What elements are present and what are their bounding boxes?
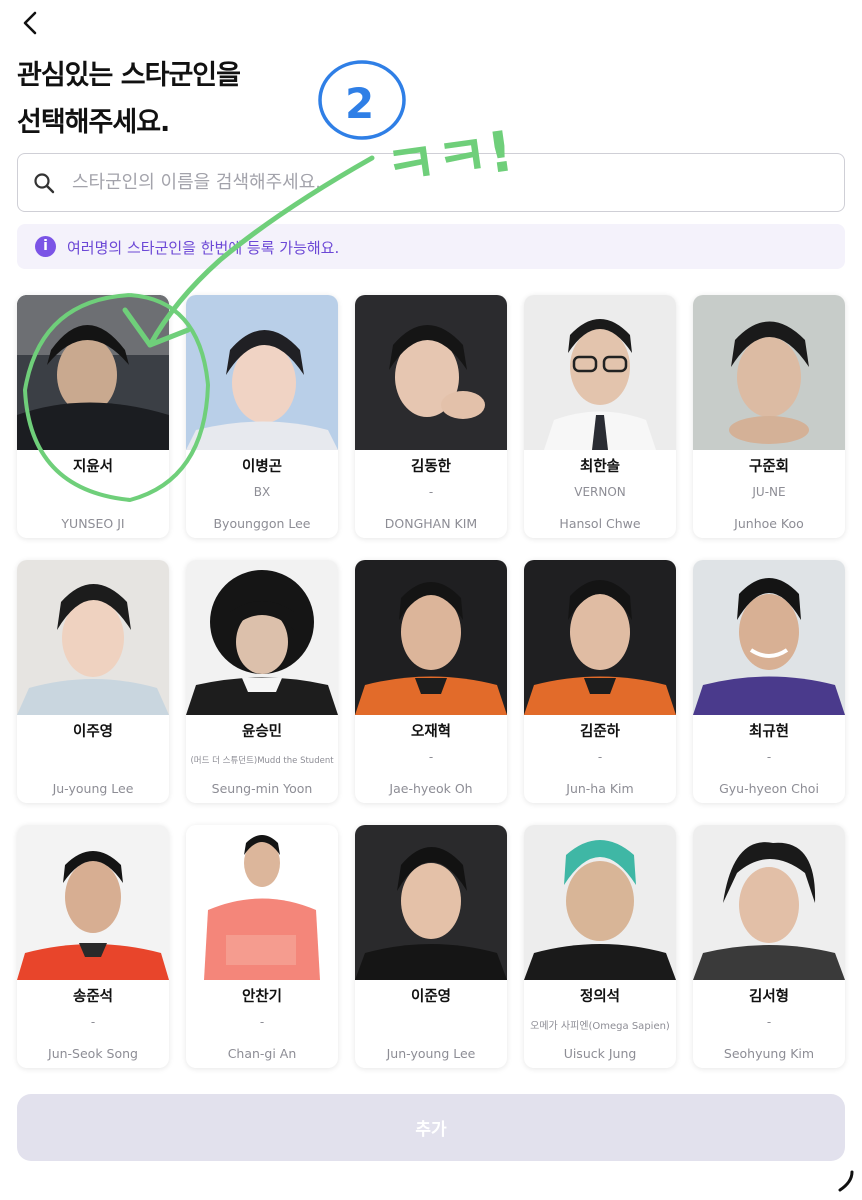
soldier-alias: BX — [253, 485, 271, 499]
soldier-english-name: Junhoe Koo — [734, 516, 804, 531]
soldier-alias: - — [428, 485, 434, 499]
soldier-alias: - — [90, 1015, 96, 1029]
soldier-card[interactable]: 최규현 - Gyu-hyeon Choi — [693, 560, 845, 803]
soldier-alias: - — [597, 750, 603, 764]
soldier-english-name: Uisuck Jung — [563, 1046, 637, 1061]
soldier-english-name: Ju-young Lee — [52, 781, 134, 796]
soldier-name: 이병곤 — [241, 459, 283, 475]
page-title: 관심있는 스타군인을 선택해주세요. — [17, 52, 517, 146]
marker-corner-stroke — [838, 1170, 854, 1192]
soldier-alias: JU-NE — [752, 485, 786, 499]
chevron-left-icon — [23, 11, 37, 35]
soldier-english-name: YUNSEO JI — [61, 516, 125, 531]
soldier-name: 이준영 — [410, 989, 452, 1005]
info-icon: i — [35, 236, 56, 257]
soldier-english-name: Seohyung Kim — [723, 1046, 815, 1061]
soldier-name: 최한솔 — [579, 459, 621, 475]
soldier-english-name: Hansol Chwe — [559, 516, 641, 531]
soldier-name: 오재혁 — [410, 724, 452, 740]
page-title-line1: 관심있는 스타군인을 — [17, 60, 241, 91]
page-title-line2: 선택해주세요. — [17, 107, 170, 138]
soldier-english-name: Jun-ha Kim — [566, 781, 634, 796]
soldier-photo — [17, 560, 169, 715]
soldier-name: 정의석 — [579, 989, 621, 1005]
soldier-alias: (머드 더 스튜던트)Mudd the Student — [190, 756, 334, 766]
info-text: 여러명의 스타군인을 한번에 등록 가능해요. — [67, 239, 340, 257]
soldier-photo — [693, 825, 845, 980]
soldier-english-name: Gyu-hyeon Choi — [719, 781, 819, 796]
soldier-photo — [17, 825, 169, 980]
soldier-english-name: DONGHAN KIM — [384, 516, 478, 531]
soldier-alias: - — [766, 750, 772, 764]
soldier-alias: - — [259, 1015, 265, 1029]
soldier-card[interactable]: 정의석 오메가 사피엔(Omega Sapien) Uisuck Jung — [524, 825, 676, 1068]
soldier-card[interactable]: 김준하 - Jun-ha Kim — [524, 560, 676, 803]
soldier-photo — [693, 295, 845, 450]
soldier-card[interactable]: 김동한 - DONGHAN KIM — [355, 295, 507, 538]
soldier-photo — [355, 825, 507, 980]
soldier-card[interactable]: 안찬기 - Chan-gi An — [186, 825, 338, 1068]
soldier-english-name: Jae-hyeok Oh — [389, 781, 473, 796]
soldier-name: 김준하 — [579, 724, 621, 740]
search-box[interactable] — [17, 153, 845, 212]
search-icon — [34, 173, 55, 194]
soldier-card[interactable]: 지윤서 YUNSEO JI — [17, 295, 169, 538]
soldier-english-name: Seung-min Yoon — [211, 781, 313, 796]
soldier-photo — [186, 825, 338, 980]
search-input[interactable] — [72, 162, 812, 202]
soldier-photo — [524, 560, 676, 715]
soldier-name: 지윤서 — [72, 459, 114, 475]
soldier-photo — [355, 560, 507, 715]
soldier-alias: VERNON — [574, 485, 626, 499]
soldier-alias: 오메가 사피엔(Omega Sapien) — [530, 1021, 670, 1032]
soldier-english-name: Byounggon Lee — [213, 516, 311, 531]
soldier-alias: - — [428, 750, 434, 764]
soldier-name: 구준회 — [748, 459, 790, 475]
soldier-photo — [186, 560, 338, 715]
soldier-name: 이주영 — [72, 724, 114, 740]
soldier-photo — [693, 560, 845, 715]
soldier-name: 윤승민 — [241, 724, 283, 740]
soldier-alias: - — [766, 1015, 772, 1029]
soldier-card[interactable]: 구준회 JU-NE Junhoe Koo — [693, 295, 845, 538]
soldier-photo — [186, 295, 338, 450]
info-banner: i 여러명의 스타군인을 한번에 등록 가능해요. — [17, 224, 845, 269]
soldier-card[interactable]: 이주영 Ju-young Lee — [17, 560, 169, 803]
soldier-card[interactable]: 김서형 - Seohyung Kim — [693, 825, 845, 1068]
soldier-card[interactable]: 오재혁 - Jae-hyeok Oh — [355, 560, 507, 803]
back-button[interactable] — [16, 8, 46, 38]
soldier-english-name: Jun-young Lee — [386, 1046, 476, 1061]
soldier-english-name: Jun-Seok Song — [48, 1046, 138, 1061]
add-button[interactable]: 추가 — [17, 1094, 845, 1161]
soldier-name: 안찬기 — [241, 989, 283, 1005]
soldier-card[interactable]: 이병곤 BX Byounggon Lee — [186, 295, 338, 538]
soldier-name: 김동한 — [410, 459, 452, 475]
soldier-name: 송준석 — [72, 989, 114, 1005]
soldier-english-name: Chan-gi An — [227, 1046, 297, 1061]
soldier-photo — [524, 295, 676, 450]
soldier-card[interactable]: 윤승민 (머드 더 스튜던트)Mudd the Student Seung-mi… — [186, 560, 338, 803]
soldier-card[interactable]: 송준석 - Jun-Seok Song — [17, 825, 169, 1068]
soldier-photo — [524, 825, 676, 980]
soldier-name: 김서형 — [748, 989, 790, 1005]
soldier-photo — [355, 295, 507, 450]
soldier-name: 최규현 — [748, 724, 790, 740]
soldier-photo — [17, 295, 169, 450]
soldier-card[interactable]: 최한솔 VERNON Hansol Chwe — [524, 295, 676, 538]
soldier-card[interactable]: 이준영 Jun-young Lee — [355, 825, 507, 1068]
